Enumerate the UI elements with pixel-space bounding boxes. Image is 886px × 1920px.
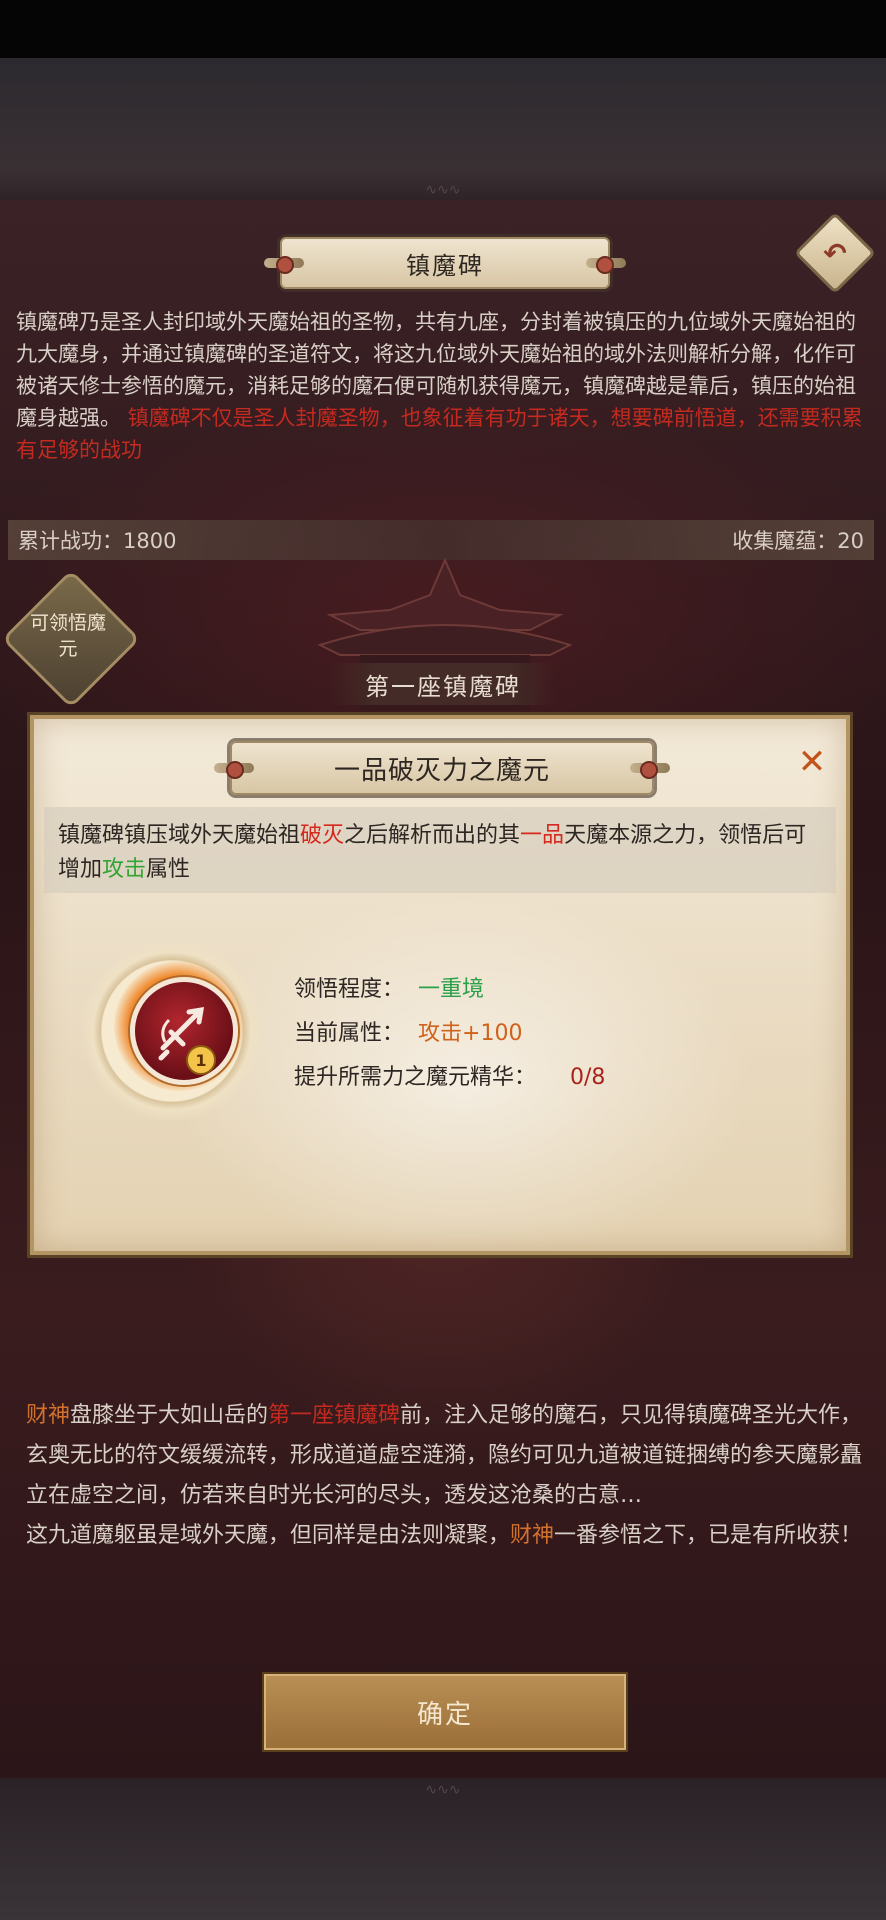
merit-stat: 累计战功：1800 xyxy=(18,529,177,553)
dialog-title-text: 一品破灭力之魔元 xyxy=(333,755,550,786)
essence-medal[interactable] xyxy=(130,977,238,1085)
intro-warning: 镇魔碑不仅是圣人封魔圣物，也象征着有功于诸天，想要碑前悟道，还需要积累有足够的战… xyxy=(16,406,863,462)
enlight-badge-label[interactable]: 可领悟魔元 xyxy=(22,600,114,672)
page-title: 镇魔碑 xyxy=(264,237,626,289)
stats-bar: 累计战功：1800 收集魔蕴：20 xyxy=(8,520,874,560)
dialog-description: 镇魔碑镇压域外天魔始祖破灭之后解析而出的其一品天魔本源之力，领悟后可增加攻击属性 xyxy=(44,807,836,893)
stele-title: 第一座镇魔碑 xyxy=(330,663,556,705)
bottom-band: ∿∿∿ xyxy=(0,1778,886,1920)
page-title-text: 镇魔碑 xyxy=(406,251,484,280)
demon-essence-dialog: 一品破灭力之魔元 ✕ 镇魔碑镇压域外天魔始祖破灭之后解析而出的其一品天魔本源之力… xyxy=(30,715,850,1255)
top-band: ∿∿∿ xyxy=(0,58,886,200)
attr-current: 当前属性： 攻击+100 xyxy=(294,1021,523,1046)
attr-required-essence: 提升所需力之魔元精华： 0/8 xyxy=(294,1065,606,1090)
collect-stat: 收集魔蕴：20 xyxy=(732,529,864,553)
close-icon[interactable]: ✕ xyxy=(792,742,832,782)
ornament: ∿∿∿ xyxy=(425,1782,461,1798)
confirm-button[interactable]: 确定 xyxy=(264,1674,626,1750)
story-text: 财神盘膝坐于大如山岳的第一座镇魔碑前，注入足够的魔石，只见得镇魔碑圣光大作，玄奥… xyxy=(26,1403,863,1548)
dialog-title: 一品破灭力之魔元 xyxy=(214,741,670,795)
status-bar xyxy=(0,0,886,58)
ornament: ∿∿∿ xyxy=(425,182,461,198)
medal-level-badge: 1 xyxy=(186,1045,216,1075)
intro-text: 镇魔碑乃是圣人封印域外天魔始祖的圣物，共有九座，分封着被镇压的九位域外天魔始祖的… xyxy=(16,306,872,466)
attr-comprehension: 领悟程度： 一重境 xyxy=(294,977,485,1002)
back-arrow-icon: ↶ xyxy=(823,236,847,270)
